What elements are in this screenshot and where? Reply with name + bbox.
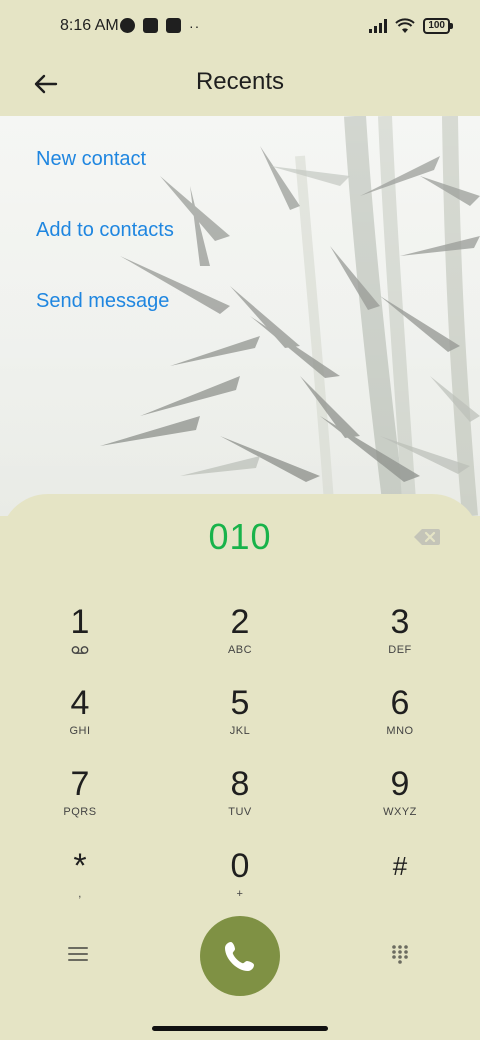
key-digit: # — [392, 851, 408, 881]
key-letters: MNO — [386, 725, 414, 737]
key-5[interactable]: 5 JKL — [180, 683, 300, 753]
key-letters: + — [236, 888, 244, 900]
dialer-panel: 010 1 2 ABC 3 DEF 4 GHI 5 JKL 6 MNO 7 PQ… — [0, 494, 480, 1020]
key-digit: 2 — [230, 603, 250, 641]
new-contact-link[interactable]: New contact — [36, 148, 146, 171]
dialer-actions — [0, 914, 480, 998]
recents-content: New contact Add to contacts Send message — [0, 116, 480, 516]
key-0[interactable]: 0 + — [180, 846, 300, 916]
key-2[interactable]: 2 ABC — [180, 602, 300, 672]
bamboo-background-image — [0, 116, 480, 516]
page-title: Recents — [195, 68, 285, 95]
key-hash[interactable]: # — [340, 846, 460, 916]
key-star[interactable]: * , — [20, 846, 140, 916]
key-letters: DEF — [388, 644, 412, 656]
key-digit: 7 — [70, 765, 90, 803]
key-letters: TUV — [228, 806, 252, 818]
key-digit: 4 — [70, 684, 90, 722]
system-icons: 100 — [369, 18, 453, 34]
battery-icon: 100 — [423, 18, 453, 34]
voicemail-icon — [71, 646, 89, 654]
gesture-navigation-bar[interactable] — [152, 1026, 328, 1031]
key-8[interactable]: 8 TUV — [180, 764, 300, 834]
key-digit: 0 — [230, 847, 250, 885]
send-message-link[interactable]: Send message — [36, 290, 169, 313]
key-digit: 5 — [230, 684, 250, 722]
key-6[interactable]: 6 MNO — [340, 683, 460, 753]
key-digit: 9 — [390, 765, 410, 803]
upload-icon — [166, 18, 181, 33]
menu-icon[interactable] — [66, 944, 90, 964]
key-letters: ABC — [227, 644, 253, 656]
key-4[interactable]: 4 GHI — [20, 683, 140, 753]
key-9[interactable]: 9 WXYZ — [340, 764, 460, 834]
key-letters: PQRS — [63, 806, 97, 818]
app-notification-icon — [120, 18, 135, 33]
call-button[interactable] — [200, 916, 280, 996]
top-app-bar: Recents — [0, 56, 480, 116]
key-letters: , — [78, 888, 82, 900]
key-1[interactable]: 1 — [20, 602, 140, 672]
key-digit: 8 — [230, 765, 250, 803]
key-letters: WXYZ — [383, 806, 417, 818]
key-letters: GHI — [69, 725, 91, 737]
key-digit: 3 — [390, 603, 410, 641]
key-digit: 6 — [390, 684, 410, 722]
add-to-contacts-link[interactable]: Add to contacts — [36, 219, 174, 242]
notification-icons: ·· — [120, 18, 200, 33]
status-time: 8:16 AM — [60, 17, 119, 34]
key-3[interactable]: 3 DEF — [340, 602, 460, 672]
key-7[interactable]: 7 PQRS — [20, 764, 140, 834]
more-notifications-icon: ·· — [189, 17, 201, 34]
dialed-number: 010 — [208, 516, 272, 557]
signal-icon — [369, 19, 388, 33]
phone-icon — [225, 942, 254, 971]
key-digit: * — [73, 847, 87, 885]
wifi-icon — [395, 18, 416, 33]
dialpad-icon[interactable] — [390, 944, 410, 964]
key-letters: JKL — [229, 725, 251, 737]
key-digit: 1 — [70, 603, 90, 641]
backspace-icon[interactable] — [414, 527, 440, 547]
app-notification-icon — [143, 18, 158, 33]
status-bar: 8:16 AM ·· 100 — [0, 0, 480, 56]
